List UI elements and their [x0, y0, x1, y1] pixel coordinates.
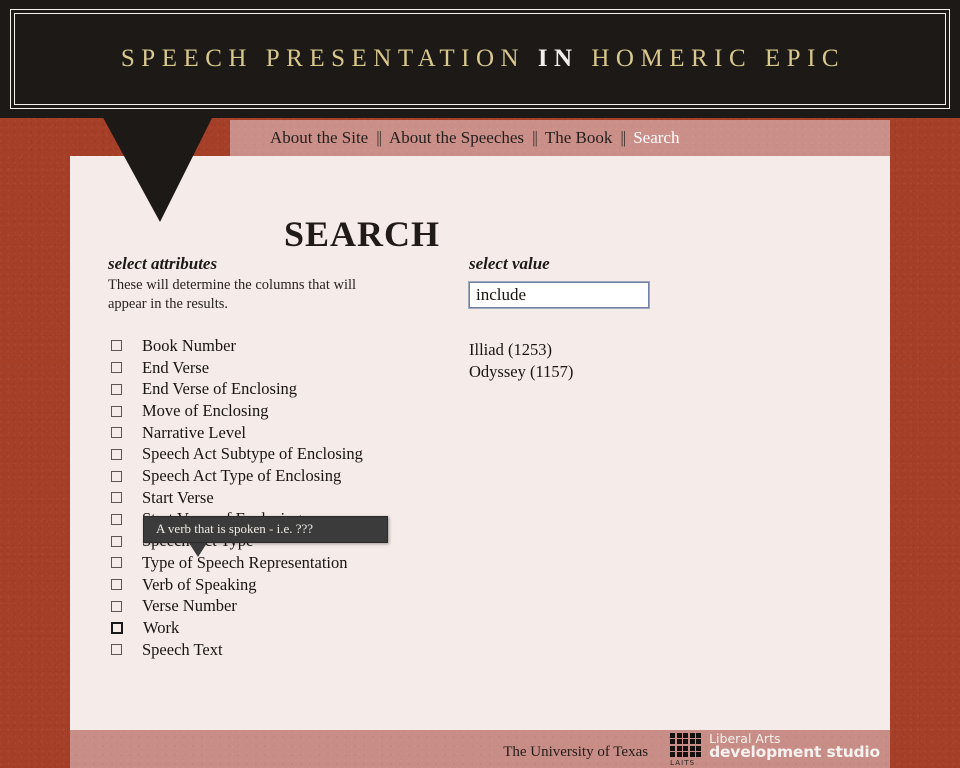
site-banner: SPEECH PRESENTATION IN HOMERIC EPIC [0, 0, 960, 118]
attribute-row-speech-act-type-of-enclosing[interactable]: Speech Act Type of Enclosing [108, 465, 488, 487]
nav-separator: || [620, 128, 626, 147]
attribute-label: Type of Speech Representation [142, 552, 348, 572]
attribute-label: Narrative Level [142, 422, 246, 442]
attribute-label: End Verse [142, 357, 210, 377]
checkbox-book-number[interactable] [111, 340, 122, 352]
checkbox-end-verse-of-enclosing[interactable] [111, 383, 122, 395]
attribute-row-speech-text[interactable]: Speech Text [108, 639, 488, 661]
value-option-illiad[interactable]: Illiad (1253) [469, 339, 849, 361]
attributes-list: Book Number End Verse End Verse of Enclo… [108, 335, 488, 660]
nav-separator: || [376, 128, 382, 147]
value-option-odyssey[interactable]: Odyssey (1157) [469, 361, 849, 383]
nav-item-about-the-speeches[interactable]: About the Speeches [389, 128, 524, 148]
select-value-heading: select value [469, 254, 550, 273]
laits-acronym: LAITS [670, 759, 696, 768]
main-navigation: About the Site || About the Speeches || … [230, 120, 890, 156]
nav-separator: || [532, 128, 538, 147]
checkbox-work[interactable] [111, 621, 123, 634]
checkbox-end-verse[interactable] [111, 362, 122, 374]
nav-item-the-book[interactable]: The Book [545, 128, 613, 148]
checkbox-speech-act-type-of-enclosing[interactable] [111, 470, 122, 482]
attribute-label: Book Number [142, 335, 236, 355]
nav-item-search[interactable]: Search [633, 128, 679, 148]
page-root: About the Site || About the Speeches || … [0, 0, 960, 768]
laits-logo[interactable]: LAITS Liberal Arts development studio [670, 732, 880, 768]
attribute-row-type-of-speech-representation[interactable]: Type of Speech Representation [108, 552, 488, 574]
attribute-row-speech-act-subtype-of-enclosing[interactable]: Speech Act Subtype of Enclosing [108, 444, 488, 466]
attribute-row-verse-number[interactable]: Verse Number [108, 595, 488, 617]
attribute-row-book-number[interactable]: Book Number [108, 335, 488, 357]
site-title-part1: SPEECH PRESENTATION [120, 45, 526, 72]
attribute-label: Verse Number [142, 596, 237, 616]
select-value-section: select value Illiad (1253) Odyssey (1157… [468, 254, 849, 382]
tooltip-text: A verb that is spoken - i.e. ??? [156, 521, 314, 536]
attribute-label: Move of Enclosing [142, 401, 269, 420]
content-panel: SEARCH select attributes These will dete… [70, 156, 890, 730]
attribute-label: Start Verse [142, 487, 214, 507]
checkbox-speech-act-subtype-of-enclosing[interactable] [111, 448, 122, 460]
select-attributes-section: select attributes These will determine t… [108, 254, 488, 660]
tooltip: A verb that is spoken - i.e. ??? [143, 516, 388, 557]
nav-item-about-the-site[interactable]: About the Site [270, 128, 368, 148]
site-title-part2: HOMERIC EPIC [591, 45, 846, 72]
checkbox-speech-text[interactable] [111, 644, 122, 656]
attribute-label: Verb of Speaking [142, 574, 257, 594]
checkbox-speech-act-type[interactable] [111, 535, 122, 547]
attribute-label: Work [143, 617, 180, 637]
attribute-row-work[interactable]: Work [108, 617, 488, 639]
laits-grid-icon: LAITS [670, 732, 704, 768]
tooltip-arrow-icon [189, 543, 207, 557]
checkbox-start-verse-of-enclosing[interactable] [111, 513, 122, 525]
page-title: SEARCH [284, 214, 441, 255]
select-attributes-description: These will determine the columns that wi… [108, 277, 357, 312]
checkbox-verse-number[interactable] [111, 600, 122, 612]
site-title-highlight: IN [537, 45, 579, 72]
footer-university-label: The University of Texas [503, 743, 649, 760]
attribute-label: Speech Act Type of Enclosing [142, 466, 342, 486]
select-attributes-heading: select attributes [108, 254, 218, 273]
attribute-row-start-verse[interactable]: Start Verse [108, 487, 488, 509]
attribute-label: Speech Text [142, 639, 223, 659]
value-options-list: Illiad (1253) Odyssey (1157) [469, 339, 849, 382]
site-title: SPEECH PRESENTATION IN HOMERIC EPIC [0, 0, 960, 118]
attribute-row-move-of-enclosing[interactable]: Move of Enclosing [108, 400, 488, 422]
checkbox-type-of-speech-representation[interactable] [111, 557, 122, 569]
checkbox-verb-of-speaking[interactable] [111, 579, 122, 590]
attribute-label: End Verse of Enclosing [142, 379, 298, 399]
attribute-row-verb-of-speaking[interactable]: Verb of Speaking [108, 574, 488, 596]
laits-logo-line2: development studio [709, 743, 880, 762]
attribute-row-end-verse-of-enclosing[interactable]: End Verse of Enclosing [108, 378, 488, 400]
checkbox-move-of-enclosing[interactable] [111, 405, 122, 417]
checkbox-start-verse[interactable] [111, 492, 122, 504]
value-input[interactable] [468, 281, 650, 309]
attribute-row-end-verse[interactable]: End Verse [108, 357, 488, 379]
checkbox-narrative-level[interactable] [111, 427, 122, 439]
attribute-label: Speech Act Subtype of Enclosing [142, 444, 363, 464]
attribute-row-narrative-level[interactable]: Narrative Level [108, 422, 488, 444]
page-footer: The University of Texas LAITS Liberal Ar… [70, 730, 890, 768]
